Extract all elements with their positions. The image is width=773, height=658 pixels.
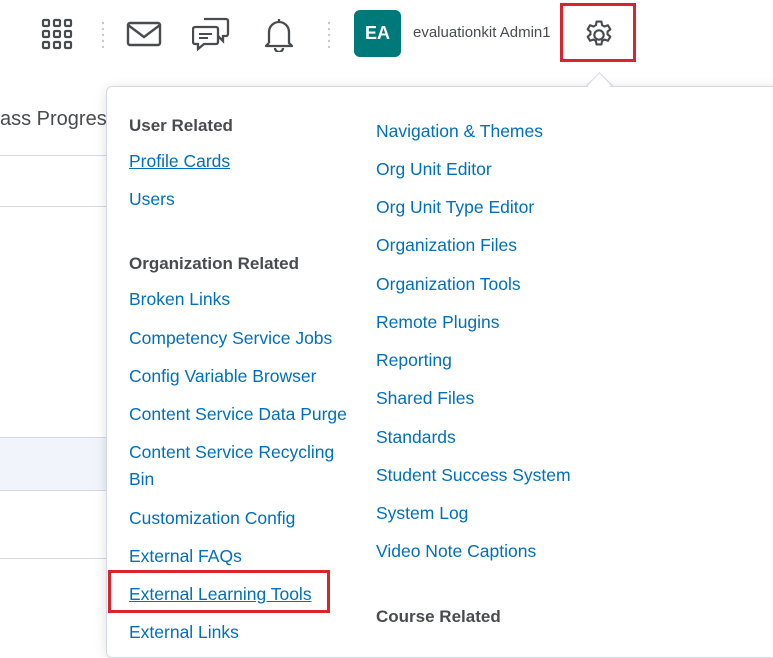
menu-link-organization-files[interactable]: Organization Files [376, 232, 517, 259]
menu-link-content-service-data-purge[interactable]: Content Service Data Purge [129, 401, 347, 428]
separator [102, 20, 104, 48]
menu-link-external-faqs[interactable]: External FAQs [129, 543, 242, 570]
menu-link-video-note-captions[interactable]: Video Note Captions [376, 538, 536, 565]
separator [328, 20, 330, 48]
menu-link-reporting[interactable]: Reporting [376, 347, 452, 374]
username-label[interactable]: evaluationkit Admin1 [413, 24, 551, 41]
gear-highlight-box [560, 3, 636, 62]
menu-link-broken-links[interactable]: Broken Links [129, 286, 230, 313]
menu-link-org-unit-editor[interactable]: Org Unit Editor [376, 156, 492, 183]
menu-link-shared-files[interactable]: Shared Files [376, 385, 474, 412]
menu-link-standards[interactable]: Standards [376, 424, 456, 451]
menu-link-config-variable-browser[interactable]: Config Variable Browser [129, 363, 316, 390]
menu-link-org-unit-type-editor[interactable]: Org Unit Type Editor [376, 194, 534, 221]
apps-grid-icon[interactable] [38, 15, 76, 53]
menu-link-navigation-themes[interactable]: Navigation & Themes [376, 118, 543, 145]
mail-icon[interactable] [124, 16, 164, 52]
menu-link-users[interactable]: Users [129, 186, 175, 213]
menu-link-content-service-recycling-bin[interactable]: Content Service Recycling Bin [129, 439, 354, 493]
divider [0, 206, 107, 207]
menu-link-system-log[interactable]: System Log [376, 500, 468, 527]
table-row [0, 437, 107, 490]
menu-link-organization-tools[interactable]: Organization Tools [376, 271, 521, 298]
menu-link-remote-plugins[interactable]: Remote Plugins [376, 309, 500, 336]
divider [0, 155, 107, 156]
organization-related-heading: Organization Related [129, 254, 300, 273]
avatar[interactable]: EA [354, 10, 401, 57]
page-title: ass Progres [0, 108, 107, 130]
divider [0, 490, 107, 491]
menu-link-student-success-system[interactable]: Student Success System [376, 462, 571, 489]
menu-link-customization-config[interactable]: Customization Config [129, 505, 295, 532]
chat-icon[interactable] [190, 14, 232, 54]
menu-link-external-links[interactable]: External Links [129, 619, 239, 646]
top-navbar: EA evaluationkit Admin1 [0, 0, 773, 72]
menu-link-profile-cards[interactable]: Profile Cards [129, 148, 230, 175]
divider [0, 558, 107, 559]
external-learning-tools-highlight-box [108, 570, 330, 613]
user-related-heading: User Related [129, 116, 233, 135]
course-related-heading: Course Related [376, 607, 501, 626]
menu-link-competency-service-jobs[interactable]: Competency Service Jobs [129, 325, 332, 352]
bell-icon[interactable] [260, 14, 298, 54]
divider [0, 437, 107, 438]
